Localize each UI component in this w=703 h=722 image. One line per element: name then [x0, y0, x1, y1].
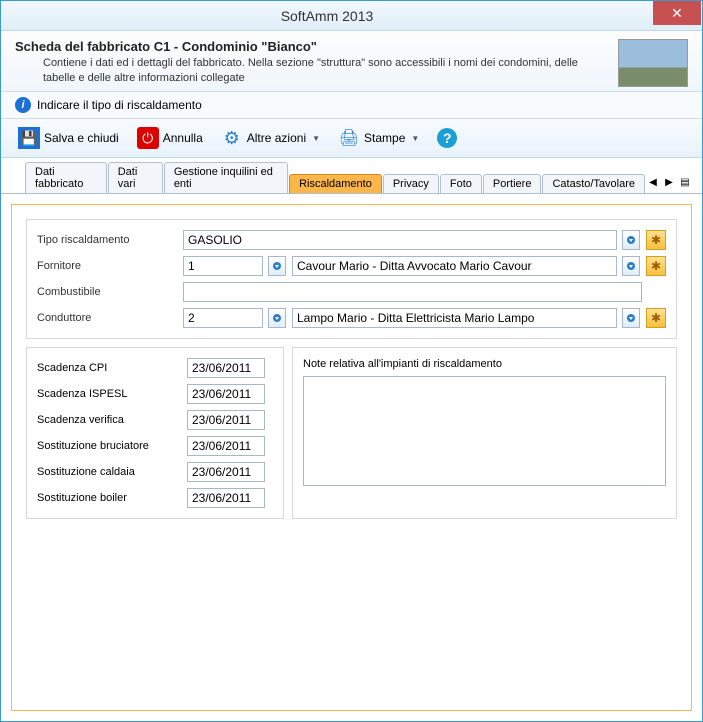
save-button[interactable]: 💾 Salva e chiudi [11, 123, 126, 153]
tipo-riscaldamento-label: Tipo riscaldamento [37, 234, 177, 246]
scadenza-cpi-label: Scadenza CPI [37, 362, 187, 374]
gear-icon: ⚙ [221, 127, 243, 149]
tipo-riscaldamento-new[interactable]: ✱ [646, 230, 666, 250]
scadenza-verifica-label: Scadenza verifica [37, 414, 187, 426]
info-bar: i Indicare il tipo di riscaldamento [1, 92, 702, 119]
scadenza-cpi-input[interactable] [187, 358, 265, 378]
save-icon: 💾 [18, 127, 40, 149]
tabs: Dati fabbricato Dati vari Gestione inqui… [1, 158, 702, 194]
content-area: Tipo riscaldamento ✱ Fornitore ✱ Combust… [1, 194, 702, 721]
fornitore-new[interactable]: ✱ [646, 256, 666, 276]
cancel-button[interactable]: ⏻ Annulla [130, 123, 210, 153]
actions-button[interactable]: ⚙ Altre azioni ▼ [214, 123, 327, 153]
scadenza-verifica-input[interactable] [187, 410, 265, 430]
conduttore-new[interactable]: ✱ [646, 308, 666, 328]
tab-dati-vari[interactable]: Dati vari [108, 162, 163, 193]
chevron-down-icon: ▼ [312, 134, 320, 143]
tipo-riscaldamento-input[interactable] [183, 230, 617, 250]
notes-textarea[interactable] [303, 376, 666, 486]
page-description: Contiene i dati ed i dettagli del fabbri… [15, 56, 608, 86]
scadenza-ispesl-input[interactable] [187, 384, 265, 404]
tab-dati-fabbricato[interactable]: Dati fabbricato [25, 162, 107, 193]
power-icon: ⏻ [137, 127, 159, 149]
tab-next-button[interactable]: ▶ [662, 175, 676, 189]
tab-catasto[interactable]: Catasto/Tavolare [542, 174, 645, 193]
sost-bruciatore-label: Sostituzione bruciatore [37, 440, 187, 452]
tab-portiere[interactable]: Portiere [483, 174, 542, 193]
sost-caldaia-input[interactable] [187, 462, 265, 482]
sost-boiler-label: Sostituzione boiler [37, 492, 187, 504]
print-label: Stampe [364, 131, 405, 145]
tipo-riscaldamento-dropdown[interactable] [622, 230, 640, 250]
fornitore-name-dropdown[interactable] [622, 256, 640, 276]
combustibile-label: Combustibile [37, 286, 177, 298]
cancel-label: Annulla [163, 131, 203, 145]
conduttore-name-input[interactable] [292, 308, 617, 328]
tab-foto[interactable]: Foto [440, 174, 482, 193]
fornitore-code-dropdown[interactable] [268, 256, 286, 276]
sost-bruciatore-input[interactable] [187, 436, 265, 456]
heating-form: Tipo riscaldamento ✱ Fornitore ✱ Combust… [26, 219, 677, 339]
help-icon: ? [437, 128, 457, 148]
header-section: Scheda del fabbricato C1 - Condominio "B… [1, 31, 702, 92]
dates-panel: Scadenza CPI Scadenza ISPESL Scadenza ve… [26, 347, 284, 519]
scadenza-ispesl-label: Scadenza ISPESL [37, 388, 187, 400]
info-icon: i [15, 97, 31, 113]
printer-icon: 🖨 [338, 127, 360, 149]
app-window: SoftAmm 2013 ✕ Scheda del fabbricato C1 … [0, 0, 703, 722]
titlebar: SoftAmm 2013 ✕ [1, 1, 702, 31]
fornitore-code-input[interactable] [183, 256, 263, 276]
notes-panel: Note relativa all'impianti di riscaldame… [292, 347, 677, 519]
sost-boiler-input[interactable] [187, 488, 265, 508]
toolbar: 💾 Salva e chiudi ⏻ Annulla ⚙ Altre azion… [1, 119, 702, 158]
conduttore-code-input[interactable] [183, 308, 263, 328]
combustibile-input[interactable] [183, 282, 642, 302]
help-button[interactable]: ? [430, 124, 464, 152]
tab-gestione-inquilini[interactable]: Gestione inquilini ed enti [164, 162, 288, 193]
print-button[interactable]: 🖨 Stampe ▼ [331, 123, 426, 153]
tab-list-button[interactable]: ▤ [678, 175, 692, 189]
close-button[interactable]: ✕ [653, 1, 701, 25]
window-title: SoftAmm 2013 [1, 8, 653, 24]
fornitore-name-input[interactable] [292, 256, 617, 276]
page-title: Scheda del fabbricato C1 - Condominio "B… [15, 39, 608, 54]
conduttore-label: Conduttore [37, 312, 177, 324]
actions-label: Altre azioni [247, 131, 306, 145]
tab-privacy[interactable]: Privacy [383, 174, 439, 193]
chevron-down-icon: ▼ [411, 134, 419, 143]
fornitore-label: Fornitore [37, 260, 177, 272]
conduttore-code-dropdown[interactable] [268, 308, 286, 328]
save-label: Salva e chiudi [44, 131, 119, 145]
building-image [618, 39, 688, 87]
info-text: Indicare il tipo di riscaldamento [37, 98, 202, 112]
tab-prev-button[interactable]: ◀ [646, 175, 660, 189]
notes-label: Note relativa all'impianti di riscaldame… [303, 358, 666, 370]
conduttore-name-dropdown[interactable] [622, 308, 640, 328]
tab-riscaldamento[interactable]: Riscaldamento [289, 174, 382, 193]
sost-caldaia-label: Sostituzione caldaia [37, 466, 187, 478]
